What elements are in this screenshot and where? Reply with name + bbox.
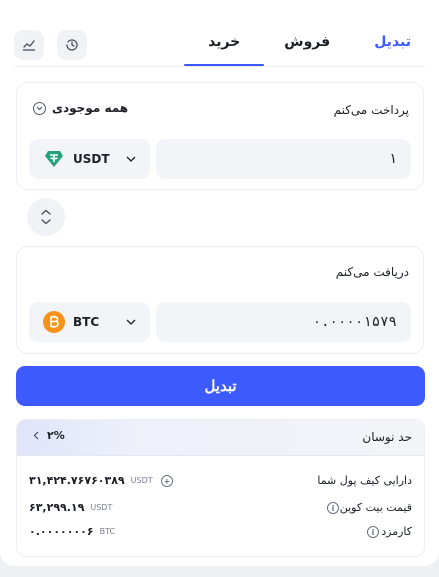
chart-button[interactable] (14, 30, 44, 60)
convert-button[interactable]: تبدیل (16, 366, 425, 406)
swap-icon (41, 209, 51, 225)
receive-title: دریافت می‌کنم (335, 265, 409, 279)
fee-value: ۰.۰۰۰۰۰۰۰۶ (29, 525, 94, 538)
info-icon[interactable]: i (327, 502, 339, 514)
bitcoin-price-label: قیمت بیت کوین (339, 501, 412, 514)
order-details: حد نوسان ۲% دارایی کیف پول شما ۳۱,۴۲۴.۷۶… (16, 419, 425, 557)
add-funds-icon[interactable]: + (161, 475, 173, 487)
bitcoin-price-value: ۶۳,۲۹۹.۱۹ (29, 501, 85, 514)
pay-title: پرداخت می‌کنم (333, 103, 409, 117)
receive-coin-select[interactable]: BTC (29, 302, 150, 342)
pay-amount-input[interactable]: ۱ (156, 139, 411, 179)
fee-row: کارمزد i ۰.۰۰۰۰۰۰۰۶ BTC (17, 525, 424, 543)
swap-direction-button[interactable] (27, 198, 65, 236)
wallet-balance-label: دارایی کیف پول شما (317, 474, 412, 487)
header-divider (14, 66, 425, 67)
receive-amount-input[interactable]: ۰.۰۰۰۰۱۵۷۹ (156, 302, 411, 342)
info-icon[interactable]: i (367, 526, 379, 538)
all-balance-label: همه موجودی (52, 101, 129, 115)
chart-icon (23, 40, 35, 51)
tolerance-row[interactable]: حد نوسان ۲% (17, 420, 424, 456)
fee-unit: BTC (99, 527, 116, 536)
history-button[interactable] (57, 30, 87, 60)
bitcoin-price-unit: USDT (90, 503, 113, 512)
receive-coin-label: BTC (73, 315, 100, 329)
tab-sell[interactable]: فروش (280, 24, 334, 64)
pay-coin-label: USDT (73, 152, 110, 166)
tolerance-selector[interactable]: ۲% (33, 429, 65, 442)
chevron-down-icon (126, 319, 136, 325)
wallet-balance-row: دارایی کیف پول شما ۳۱,۴۲۴.۷۶۷۶۰۳۸۹ USDT … (17, 474, 424, 492)
pay-card: پرداخت می‌کنم همه موجودی ۱ USDT (16, 82, 424, 190)
wallet-balance-unit: USDT (130, 476, 153, 485)
bitcoin-icon (43, 311, 65, 333)
tab-buy[interactable]: خرید (204, 24, 244, 64)
tolerance-label: حد نوسان (362, 430, 412, 444)
bitcoin-price-row: قیمت بیت کوین i ۶۳,۲۹۹.۱۹ USDT (17, 501, 424, 519)
tab-convert[interactable]: تبدیل (370, 24, 415, 64)
tolerance-value: ۲% (47, 429, 65, 442)
all-balance-button[interactable]: همه موجودی (33, 101, 128, 115)
fee-label: کارمزد (381, 525, 412, 538)
wallet-balance-value: ۳۱,۴۲۴.۷۶۷۶۰۳۸۹ (29, 474, 125, 487)
convert-panel: خرید فروش تبدیل پرداخت می‌کنم همه موجودی… (0, 0, 439, 566)
trade-tabs: خرید فروش تبدیل (204, 24, 415, 64)
receive-card: دریافت می‌کنم ۰.۰۰۰۰۱۵۷۹ BTC (16, 246, 424, 354)
tether-icon (43, 148, 65, 170)
pay-coin-select[interactable]: USDT (29, 139, 150, 179)
chevron-down-icon (126, 156, 136, 162)
chevron-left-icon (33, 431, 39, 440)
history-icon (66, 39, 78, 51)
chevron-down-icon (33, 101, 46, 115)
